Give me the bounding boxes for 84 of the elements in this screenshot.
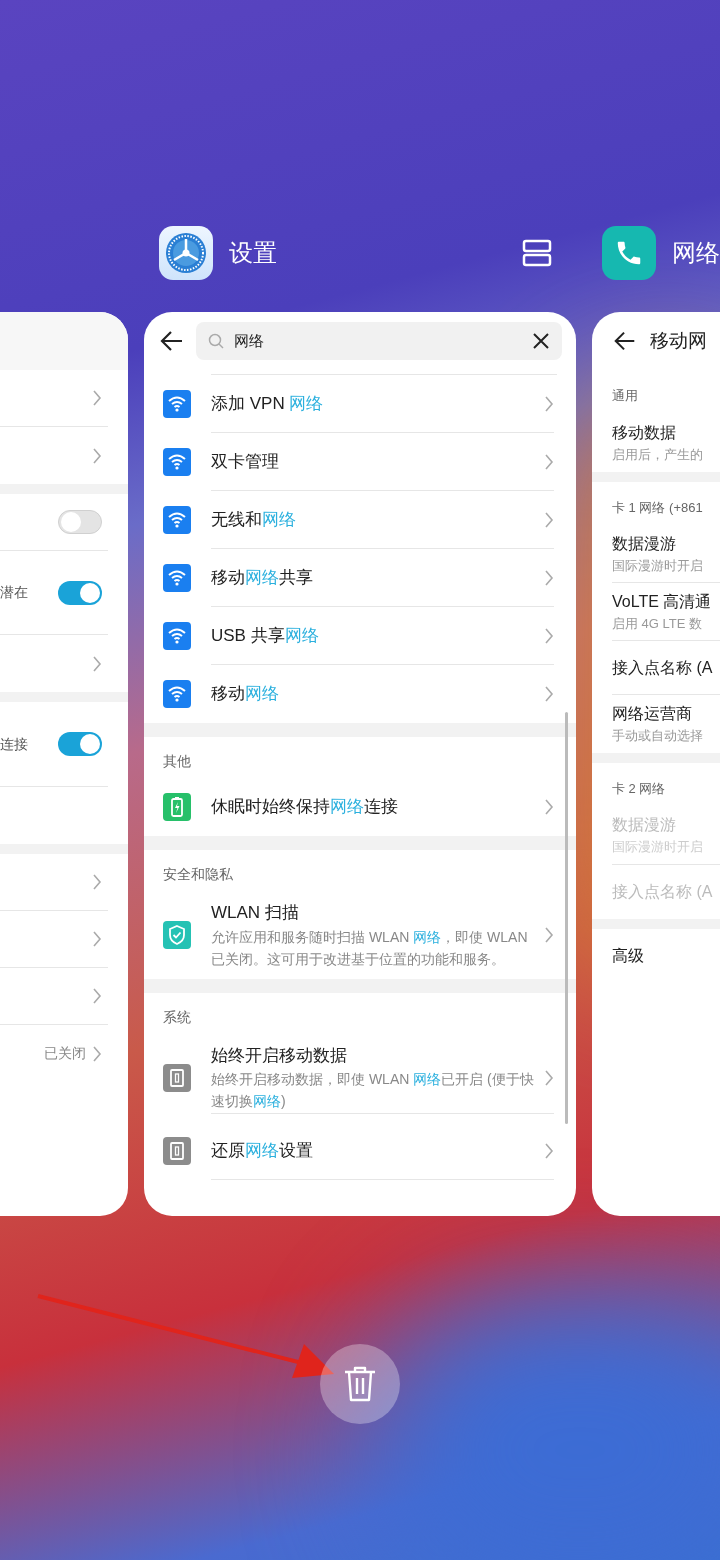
search-result-item[interactable]: 无线和网络 [144, 491, 576, 549]
wifi-icon [163, 448, 191, 476]
item-description: 允许应用和服务随时扫描 WLAN 网络，即使 WLAN 已关闭。这可用于改进基于位置的功能和服务。 [211, 927, 529, 969]
chevron-icon [92, 447, 102, 464]
setting-label: 潜在 [0, 583, 28, 602]
item-title: 移动网络 [211, 683, 280, 706]
setting-title[interactable]: VoLTE 高清通 [612, 589, 720, 614]
search-result-item[interactable]: USB 共享网络 [144, 607, 576, 665]
search-result-item[interactable]: 移动网络 [144, 665, 576, 723]
chevron-icon [92, 931, 102, 947]
close-icon[interactable] [532, 332, 550, 350]
page-title: 移动网 [650, 328, 707, 353]
chevron-icon [544, 395, 554, 412]
sim-card-icon [163, 1064, 191, 1092]
battery-icon [163, 793, 191, 821]
setting-value: 已关闭 [44, 1044, 86, 1063]
app-title: 设置 [229, 237, 277, 268]
setting-title[interactable]: 移动数据 [612, 420, 720, 445]
item-title: 始终开启移动数据 [211, 1044, 348, 1067]
item-title: USB 共享网络 [211, 624, 320, 647]
item-title: 休眠时始终保持网络连接 [211, 796, 399, 819]
setting-title[interactable]: 数据漫游 [612, 531, 720, 556]
setting-description: 启用 4G LTE 数 [612, 614, 704, 633]
item-title: 添加 VPN 网络 [211, 392, 325, 415]
toggle-switch[interactable] [58, 510, 102, 534]
search-result-item[interactable]: 移动网络共享 [144, 549, 576, 607]
chevron-icon [544, 1069, 554, 1086]
chevron-icon [92, 988, 102, 1004]
split-screen-icon[interactable] [522, 237, 552, 268]
search-result-item[interactable]: WLAN 扫描 允许应用和服务随时扫描 WLAN 网络，即使 WLAN 已关闭。这可用于改进基于位置的功能和服务。 [144, 891, 576, 979]
chevron-icon [92, 655, 102, 672]
chevron-icon [544, 453, 554, 470]
search-result-item[interactable]: 添加 VPN 网络 [144, 375, 576, 433]
section-header: 其他 [162, 752, 192, 771]
item-title: 移动网络共享 [211, 566, 314, 589]
search-result-item[interactable]: 还原网络设置 [144, 1122, 576, 1180]
sim-card-icon [163, 1137, 191, 1165]
setting-title[interactable]: 高级 [612, 943, 720, 968]
item-title: 无线和网络 [211, 508, 297, 531]
section-header: 安全和隐私 [162, 865, 234, 884]
search-result-item[interactable]: 双卡管理 [144, 433, 576, 491]
item-title: 还原网络设置 [211, 1139, 314, 1162]
chevron-icon [544, 511, 554, 528]
shield-icon [163, 921, 191, 949]
item-title: 双卡管理 [211, 450, 280, 473]
item-title: WLAN 扫描 [211, 902, 300, 925]
setting-description: 启用后，产生的 [612, 445, 704, 464]
search-field[interactable]: 网络 [196, 322, 562, 360]
section-header: 卡 1 网络 (+861 [611, 498, 704, 517]
setting-description: 国际漫游时开启 [612, 556, 704, 575]
setting-description: 手动或自动选择 [612, 727, 704, 746]
app-card[interactable]: 网络 添加 VPN 网络 双卡管理 无线和网络 移动网络共享 USB 共享网络 移动网络 其他 休眠时始终保持网络连接 安全和隐私 WLAN 扫描 允许应用和服务随时扫描 WLAN 网络，即使 WLAN 已关闭。这可用于改进基于位置的功能和服务。 系统 始终开启移动数据 始终开启移动数据，即使 WLAN 网络已开启 (便于快速切换网络) 还原网络设置 [144, 312, 576, 1216]
app-card[interactable]: 潜在 连接 已关闭 [0, 312, 128, 1216]
chevron-icon [92, 874, 102, 890]
section-header: 通用 [611, 387, 639, 405]
section-header: 系统 [162, 1008, 192, 1027]
chevron-icon [544, 927, 554, 943]
wifi-icon [163, 622, 191, 650]
setting-title[interactable]: 网络运营商 [612, 702, 720, 727]
settings-app-icon[interactable] [159, 225, 213, 280]
toggle-switch[interactable] [58, 732, 102, 756]
chevron-icon [544, 569, 554, 586]
trash-icon [342, 1365, 378, 1403]
phone-app-icon[interactable] [602, 225, 656, 280]
search-result-item[interactable]: 始终开启移动数据 始终开启移动数据，即使 WLAN 网络已开启 (便于快速切换网络) [144, 1034, 576, 1122]
chevron-icon [544, 627, 554, 644]
app-title: 网络 [672, 237, 720, 268]
wifi-icon [163, 390, 191, 418]
wifi-icon [163, 680, 191, 708]
item-description: 始终开启移动数据，即使 WLAN 网络已开启 (便于快速切换网络) [211, 1070, 535, 1112]
search-result-item[interactable]: 休眠时始终保持网络连接 [144, 778, 576, 836]
search-icon [208, 333, 224, 349]
search-text: 网络 [234, 330, 265, 351]
setting-label: 连接 [0, 734, 28, 754]
toggle-switch[interactable] [58, 580, 102, 605]
section-header: 卡 2 网络 [611, 780, 667, 798]
setting-title[interactable]: 接入点名称 (A [612, 655, 720, 680]
chevron-icon [544, 1142, 554, 1159]
chevron-icon [92, 390, 102, 406]
chevron-icon [544, 799, 554, 815]
wifi-icon [163, 564, 191, 592]
wifi-icon [163, 506, 191, 534]
chevron-icon [92, 1045, 102, 1062]
chevron-icon [544, 686, 554, 702]
